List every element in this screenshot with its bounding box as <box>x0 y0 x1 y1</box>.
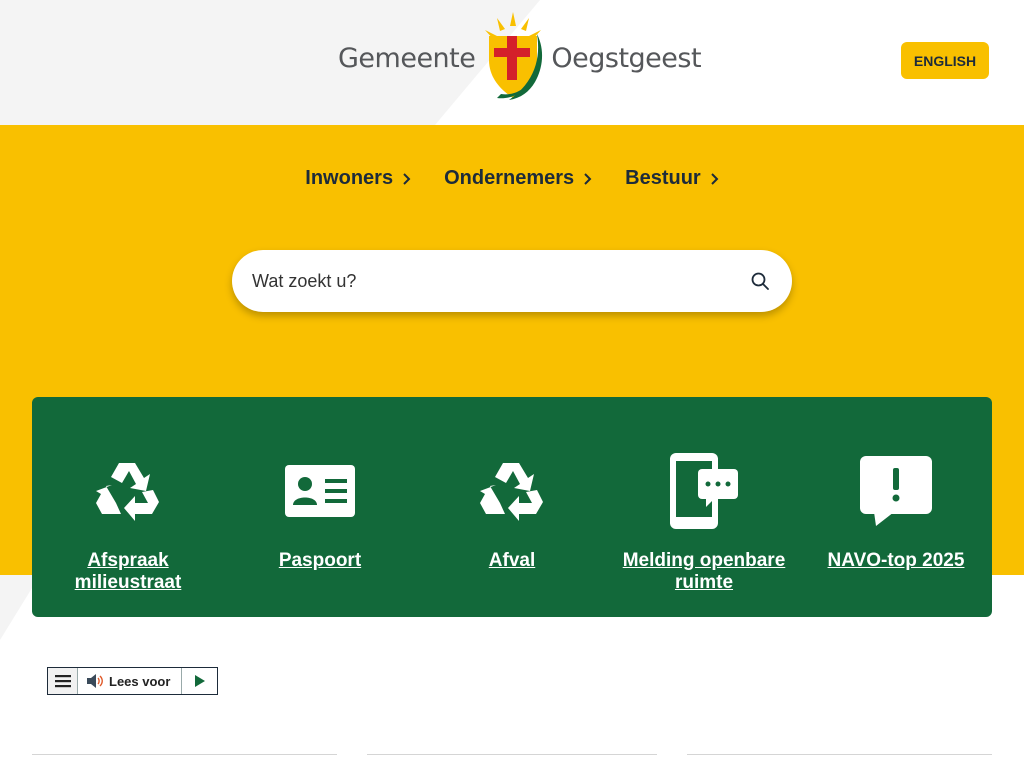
task-label: Paspoort <box>278 550 362 571</box>
nav-item-label: Bestuur <box>625 167 701 189</box>
task-navo-top-2025[interactable]: NAVO-top 2025 <box>800 397 992 617</box>
task-label: Afspraak milieustraat <box>74 550 182 593</box>
site-logo[interactable]: Gemeente Oegstgeest <box>338 12 702 104</box>
task-label: NAVO-top 2025 <box>827 550 965 571</box>
nav-item-inwoners[interactable]: Inwoners <box>305 167 411 190</box>
search-bar <box>232 250 792 312</box>
nav-item-ondernemers[interactable]: Ondernemers <box>444 167 592 190</box>
chevron-right-icon <box>403 172 411 185</box>
id-card-icon <box>285 452 355 530</box>
logo-text-gemeente: Gemeente <box>338 42 476 74</box>
chevron-right-icon <box>711 172 719 185</box>
task-afspraak-milieustraat[interactable]: Afspraak milieustraat <box>32 397 224 617</box>
chevron-right-icon <box>584 172 592 185</box>
top-tasks-panel: Afspraak milieustraat Paspoort Afval Mel… <box>32 397 992 617</box>
readspeaker-bar: Lees voor <box>47 667 218 695</box>
recycle-icon <box>95 452 161 530</box>
main-navigation: Inwoners Ondernemers Bestuur <box>0 167 1024 190</box>
search-icon[interactable] <box>748 269 772 293</box>
logo-text-oegstgeest: Oegstgeest <box>551 42 702 74</box>
content-divider <box>367 754 657 755</box>
task-afval[interactable]: Afval <box>416 397 608 617</box>
site-header: Gemeente Oegstgeest ENGLISH <box>0 0 1024 125</box>
content-divider <box>687 754 992 755</box>
menu-icon[interactable] <box>48 668 78 694</box>
alert-speech-icon <box>860 452 932 530</box>
search-input[interactable] <box>252 270 748 292</box>
task-melding-openbare-ruimte[interactable]: Melding openbare ruimte <box>608 397 800 617</box>
recycle-icon <box>479 452 545 530</box>
phone-message-icon <box>670 452 738 530</box>
readspeaker-listen-button[interactable]: Lees voor <box>78 668 182 694</box>
coat-of-arms-icon <box>485 12 543 100</box>
english-language-button[interactable]: ENGLISH <box>901 42 989 79</box>
content-divider <box>32 754 337 755</box>
task-label: Melding openbare ruimte <box>622 550 786 593</box>
readspeaker-label: Lees voor <box>109 673 171 689</box>
nav-item-label: Ondernemers <box>444 167 575 189</box>
nav-item-label: Inwoners <box>305 167 394 189</box>
speaker-icon <box>87 674 103 688</box>
task-paspoort[interactable]: Paspoort <box>224 397 416 617</box>
nav-item-bestuur[interactable]: Bestuur <box>625 167 719 190</box>
task-label: Afval <box>488 550 536 571</box>
play-icon[interactable] <box>182 668 217 694</box>
